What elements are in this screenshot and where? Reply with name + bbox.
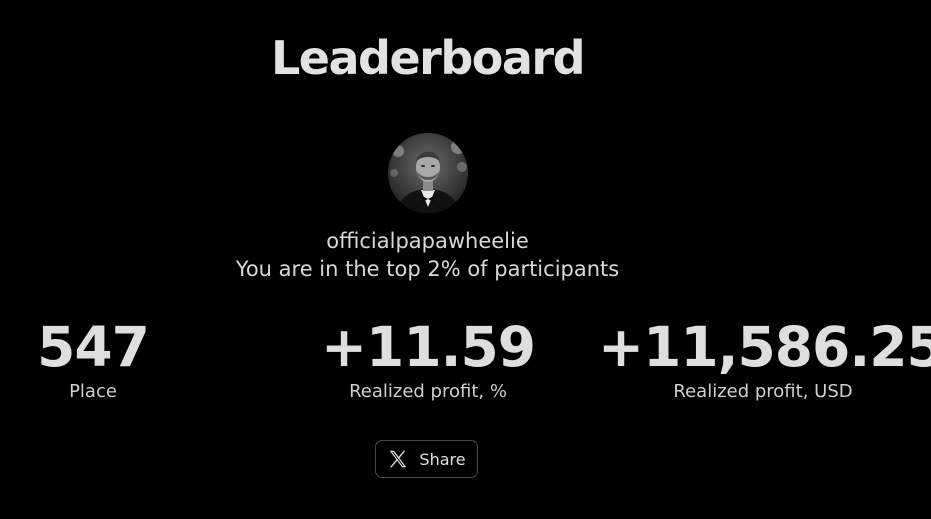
page-title: Leaderboard	[270, 31, 586, 85]
stat-place: 547 Place	[12, 314, 174, 404]
share-button[interactable]: Share	[375, 440, 478, 478]
avatar	[388, 133, 468, 213]
profit-percent-value: +11.59	[320, 315, 536, 379]
rank-percentile-text: You are in the top 2% of participants	[235, 257, 620, 281]
avatar-photo	[388, 133, 468, 213]
share-label: Share	[419, 449, 466, 469]
profit-usd-value: +11,586.25	[598, 315, 931, 379]
stat-profit-percent: +11.59 Realized profit, %	[298, 314, 558, 404]
profit-usd-label: Realized profit, USD	[673, 381, 853, 402]
place-value: 547	[37, 315, 150, 379]
stat-profit-usd: +11,586.25 Realized profit, USD	[598, 314, 931, 404]
place-label: Place	[69, 381, 117, 402]
username: officialpapawheelie	[326, 229, 529, 253]
x-logo-icon	[390, 450, 407, 468]
profit-percent-label: Realized profit, %	[349, 381, 507, 402]
